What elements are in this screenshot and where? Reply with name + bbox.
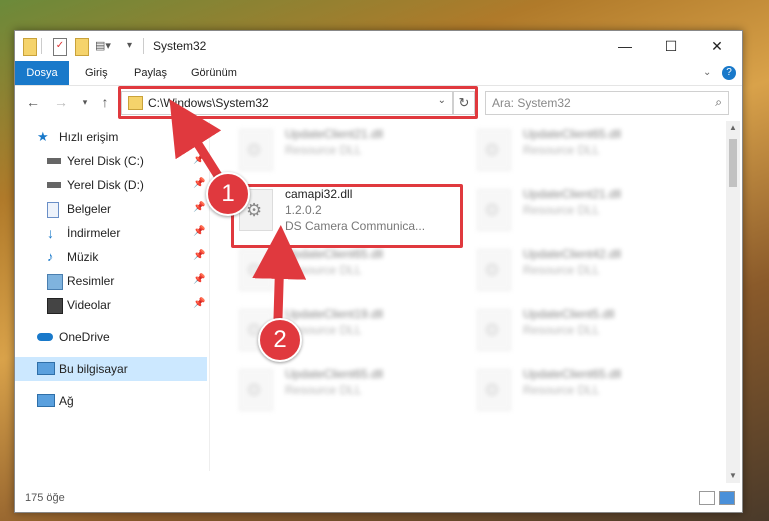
step-badge-1: 1: [206, 172, 250, 216]
arrow-to-address: [169, 99, 227, 187]
arrow-to-file: [252, 225, 307, 323]
step-badge-2: 2: [258, 318, 302, 362]
annotation-arrows: [169, 99, 307, 323]
